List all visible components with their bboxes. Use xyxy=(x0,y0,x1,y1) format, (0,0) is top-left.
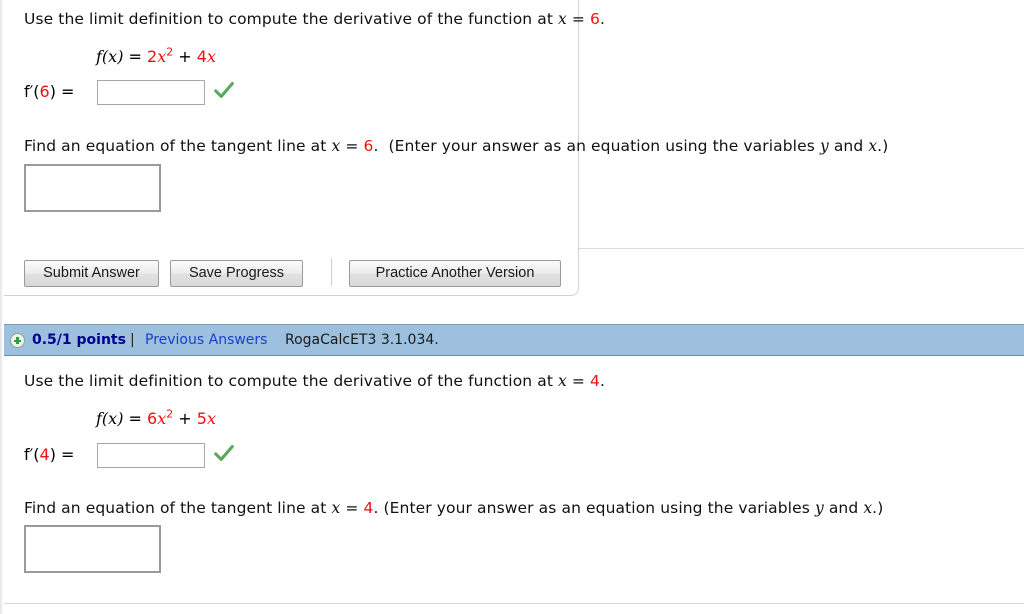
problem-block-1: Use the limit definition to compute the … xyxy=(4,0,1024,300)
problem-1-derivative-close: ) = xyxy=(49,82,75,101)
problem-2-tangent-note-close: .) xyxy=(872,499,884,517)
problem-1-tangent-equals: = xyxy=(345,137,359,155)
problem-2-formula-coef1: 6 xyxy=(147,409,158,428)
problem-2-tangent-value: 4 xyxy=(363,499,374,517)
status-bar: 0.5/1 points | Previous Answers RogaCalc… xyxy=(4,324,1024,356)
problem-1-prompt-variable: x xyxy=(558,10,567,28)
problem-1-formula-exponent: 2 xyxy=(166,45,174,59)
homework-page: Use the limit definition to compute the … xyxy=(0,0,1024,614)
problem-1-derivative-prime: ′( xyxy=(29,82,40,101)
problem-1-tangent-note-y: y xyxy=(819,137,829,155)
problem-2-tangent-prompt: Find an equation of the tangent line at x… xyxy=(24,499,883,517)
points-label: 0.5/1 points xyxy=(32,332,126,348)
problem-1-tangent-variable: x xyxy=(331,137,341,155)
problem-block-2: Use the limit definition to compute the … xyxy=(4,357,1024,614)
problem-1-tangent-text: Find an equation of the tangent line at xyxy=(24,137,327,155)
problem-2-derivative-prime: ′( xyxy=(29,445,40,464)
problem-2-formula: f(x) = 6x2 + 5x xyxy=(96,409,216,428)
problem-2-prompt-period: . xyxy=(599,372,606,390)
problem-1-formula: f(x) = 2x2 + 4x xyxy=(96,47,216,66)
problem-1-tangent-note-and: and xyxy=(833,137,864,155)
problem-2-tangent-input[interactable] xyxy=(24,525,161,573)
problem-2-formula-x1: x xyxy=(157,409,167,428)
problem-1-tangent-period: . xyxy=(373,137,379,155)
previous-answers-link[interactable]: Previous Answers xyxy=(145,332,267,348)
problem-1-prompt-value: 6 xyxy=(590,10,600,28)
problem-2-derivative-close: ) = xyxy=(49,445,75,464)
problem-2-formula-x2: x xyxy=(206,409,216,428)
problem-1-tangent-input[interactable] xyxy=(24,164,161,212)
problem-1-prompt-equals: = xyxy=(571,10,585,28)
problem-2-derivative-point: 4 xyxy=(39,445,50,464)
problem-1-prompt-text: Use the limit definition to compute the … xyxy=(24,10,554,28)
problem-2-formula-equals: = xyxy=(128,409,142,428)
problem-2-prompt-equals: = xyxy=(571,372,585,390)
problem-1-formula-coef1: 2 xyxy=(147,47,158,66)
problem-2-tangent-note-x: x xyxy=(863,499,873,517)
problem-1-formula-plus: + xyxy=(178,47,192,66)
save-progress-button[interactable]: Save Progress xyxy=(170,260,303,287)
problem-2-prompt-value: 4 xyxy=(590,372,600,390)
problem-1-prompt-period: . xyxy=(599,10,606,28)
problem-2-tangent-text: Find an equation of the tangent line at xyxy=(24,499,327,517)
problem-1-prompt: Use the limit definition to compute the … xyxy=(24,10,605,28)
page-bottom-fill xyxy=(2,604,1024,614)
problem-1-derivative-label: f′(6) = xyxy=(24,82,74,101)
plus-circle-icon[interactable] xyxy=(10,333,25,348)
problem-1-formula-coef2: 4 xyxy=(196,47,207,66)
problem-1-tangent-prompt: Find an equation of the tangent line at x… xyxy=(24,137,888,155)
problem-1-formula-lhs: f(x) xyxy=(96,47,124,66)
problem-2-tangent-equals: = xyxy=(345,499,359,517)
problem-2-derivative-input[interactable] xyxy=(97,443,205,468)
problem-2-formula-coef2: 5 xyxy=(196,409,207,428)
problem-1-formula-x1: x xyxy=(157,47,167,66)
green-check-icon xyxy=(214,445,234,461)
problem-1-tangent-note-close: .) xyxy=(877,137,889,155)
problem-card-rule xyxy=(579,248,1024,249)
problem-2-prompt: Use the limit definition to compute the … xyxy=(24,372,605,390)
problem-2-tangent-period: . xyxy=(373,499,379,517)
problem-2-formula-lhs: f(x) xyxy=(96,409,124,428)
problem-2-tangent-note-and: and xyxy=(828,499,859,517)
status-separator: | xyxy=(130,332,135,348)
problem-1-formula-x2: x xyxy=(206,47,216,66)
problem-2-tangent-note: (Enter your answer as an equation using … xyxy=(383,499,810,517)
problem-1-tangent-note-x: x xyxy=(868,137,878,155)
problem-1-derivative-input[interactable] xyxy=(97,80,205,105)
problem-1-tangent-value: 6 xyxy=(363,137,374,155)
green-check-icon xyxy=(214,82,234,98)
button-divider xyxy=(331,258,332,286)
problem-2-tangent-variable: x xyxy=(331,499,341,517)
problem-2-prompt-variable: x xyxy=(558,372,567,390)
problem-2-derivative-label: f′(4) = xyxy=(24,445,74,464)
problem-2-formula-exponent: 2 xyxy=(166,407,174,421)
practice-another-version-button[interactable]: Practice Another Version xyxy=(349,260,561,287)
problem-2-tangent-note-y: y xyxy=(814,499,824,517)
problem-1-formula-equals: = xyxy=(128,47,142,66)
problem-1-derivative-point: 6 xyxy=(39,82,50,101)
submit-answer-button[interactable]: Submit Answer xyxy=(24,260,159,287)
problem-1-tangent-note: (Enter your answer as an equation using … xyxy=(388,137,815,155)
problem-2-formula-plus: + xyxy=(178,409,192,428)
problem-2-prompt-text: Use the limit definition to compute the … xyxy=(24,372,554,390)
question-code: RogaCalcET3 3.1.034. xyxy=(285,332,439,348)
